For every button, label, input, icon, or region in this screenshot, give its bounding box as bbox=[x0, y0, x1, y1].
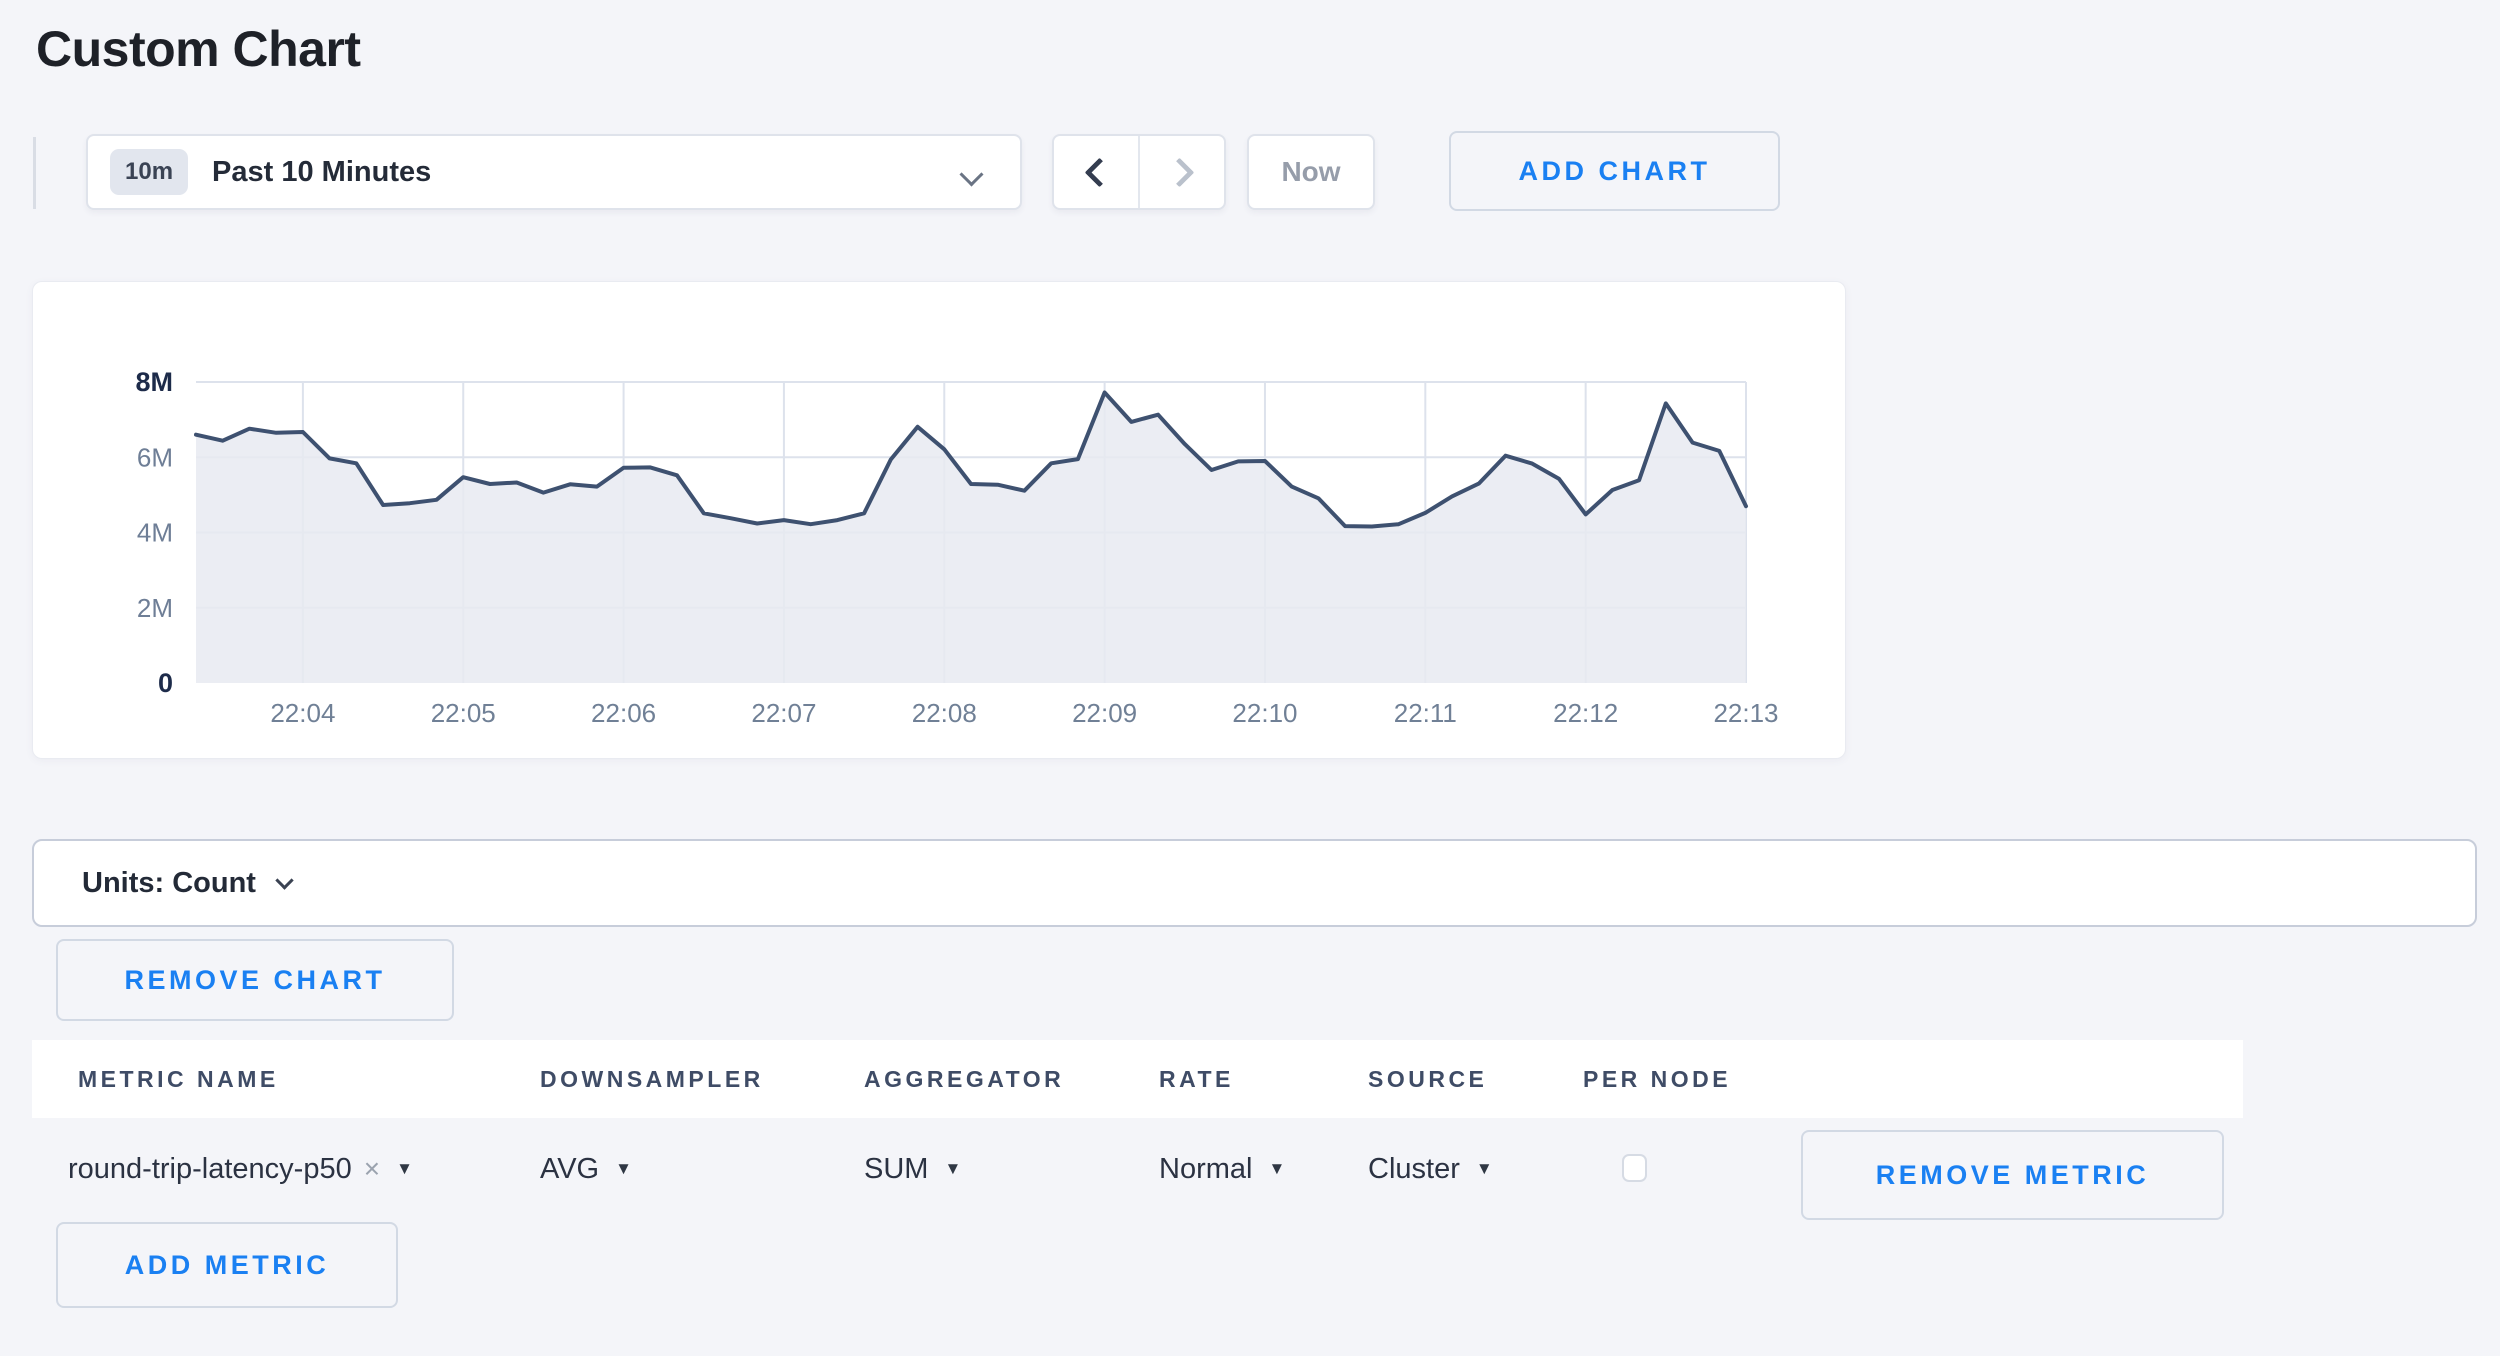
time-prev-button[interactable] bbox=[1054, 136, 1140, 208]
time-next-button[interactable] bbox=[1140, 136, 1224, 208]
chart-card: 0 2M 4M 6M 8M 22:04 22:05 22:06 22:07 22:08 22:09 2… bbox=[32, 281, 1846, 759]
time-range-label: Past 10 Minutes bbox=[212, 156, 431, 189]
chevron-down-icon bbox=[959, 162, 983, 186]
chevron-right-icon bbox=[1164, 157, 1194, 187]
time-range-dropdown[interactable]: 10m Past 10 Minutes bbox=[86, 134, 1022, 210]
now-button[interactable]: Now bbox=[1247, 134, 1375, 210]
chevron-down-icon bbox=[275, 871, 293, 889]
time-nav-group bbox=[1052, 134, 1226, 210]
svg-text:22:08: 22:08 bbox=[912, 698, 977, 728]
page-title: Custom Chart bbox=[36, 20, 361, 78]
col-header-source: SOURCE bbox=[1368, 1040, 1487, 1118]
source-value: Cluster bbox=[1368, 1153, 1460, 1186]
aggregator-value: SUM bbox=[864, 1153, 928, 1186]
downsampler-dropdown[interactable]: AVG ▼ bbox=[540, 1118, 632, 1220]
aggregator-dropdown[interactable]: SUM ▼ bbox=[864, 1118, 961, 1220]
clear-metric-icon[interactable]: × bbox=[364, 1153, 380, 1185]
svg-text:22:04: 22:04 bbox=[270, 698, 335, 728]
custom-chart-svg[interactable]: 0 2M 4M 6M 8M 22:04 22:05 22:06 22:07 22:08 22:09 2… bbox=[33, 282, 1847, 760]
col-header-rate: RATE bbox=[1159, 1040, 1234, 1118]
svg-text:22:11: 22:11 bbox=[1394, 698, 1457, 728]
toolbar-left-rule bbox=[33, 137, 36, 209]
svg-text:22:13: 22:13 bbox=[1713, 698, 1778, 728]
metric-table-row: round-trip-latency-p50 × ▼ AVG ▼ SUM ▼ N… bbox=[32, 1118, 2243, 1220]
rate-value: Normal bbox=[1159, 1153, 1252, 1186]
metric-name-value: round-trip-latency-p50 bbox=[68, 1153, 352, 1186]
svg-text:22:10: 22:10 bbox=[1232, 698, 1297, 728]
add-metric-button[interactable]: ADD METRIC bbox=[56, 1222, 398, 1308]
units-dropdown[interactable]: Units: Count bbox=[32, 839, 2477, 927]
svg-text:22:06: 22:06 bbox=[591, 698, 656, 728]
metric-name-dropdown[interactable]: round-trip-latency-p50 × ▼ bbox=[68, 1118, 413, 1220]
per-node-checkbox[interactable] bbox=[1622, 1154, 1647, 1182]
svg-text:6M: 6M bbox=[137, 442, 173, 472]
custom-chart-page: { "page": { "title": "Custom Chart", "ba… bbox=[0, 0, 2500, 1356]
downsampler-value: AVG bbox=[540, 1153, 599, 1186]
col-header-metric-name: METRIC NAME bbox=[78, 1040, 279, 1118]
rate-dropdown[interactable]: Normal ▼ bbox=[1159, 1118, 1285, 1220]
metrics-table-header: METRIC NAME DOWNSAMPLER AGGREGATOR RATE … bbox=[32, 1040, 2243, 1118]
svg-text:22:05: 22:05 bbox=[431, 698, 496, 728]
time-range-badge: 10m bbox=[110, 149, 188, 195]
col-header-per-node: PER NODE bbox=[1583, 1040, 1731, 1118]
remove-metric-button[interactable]: REMOVE METRIC bbox=[1801, 1130, 2224, 1220]
svg-text:22:09: 22:09 bbox=[1072, 698, 1137, 728]
source-dropdown[interactable]: Cluster ▼ bbox=[1368, 1118, 1493, 1220]
remove-chart-button[interactable]: REMOVE CHART bbox=[56, 939, 454, 1021]
svg-text:22:07: 22:07 bbox=[751, 698, 816, 728]
add-chart-button[interactable]: ADD CHART bbox=[1449, 131, 1780, 211]
svg-text:8M: 8M bbox=[135, 367, 173, 397]
svg-text:0: 0 bbox=[158, 668, 173, 698]
col-header-aggregator: AGGREGATOR bbox=[864, 1040, 1064, 1118]
caret-down-icon: ▼ bbox=[396, 1159, 413, 1179]
caret-down-icon: ▼ bbox=[1476, 1159, 1493, 1179]
units-label: Units: Count bbox=[82, 867, 256, 900]
svg-text:22:12: 22:12 bbox=[1553, 698, 1618, 728]
caret-down-icon: ▼ bbox=[944, 1159, 961, 1179]
svg-text:4M: 4M bbox=[137, 518, 173, 548]
caret-down-icon: ▼ bbox=[1268, 1159, 1285, 1179]
caret-down-icon: ▼ bbox=[615, 1159, 632, 1179]
chevron-left-icon bbox=[1084, 157, 1114, 187]
svg-text:2M: 2M bbox=[137, 593, 173, 623]
col-header-downsampler: DOWNSAMPLER bbox=[540, 1040, 764, 1118]
